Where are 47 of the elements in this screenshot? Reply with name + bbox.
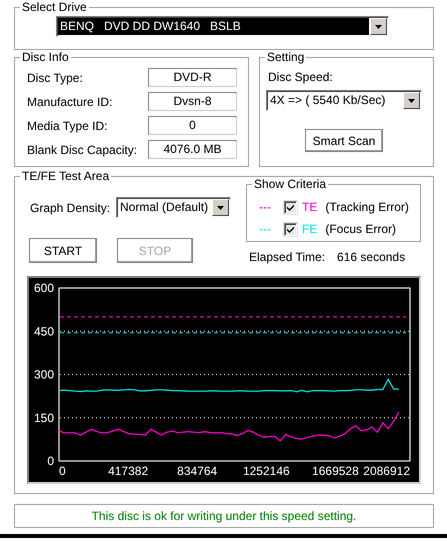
axis-label: 834764 xyxy=(177,464,218,478)
axis-label: 0 xyxy=(59,464,66,478)
axis-label: 300 xyxy=(34,368,54,382)
axis-label: 2086912 xyxy=(363,464,410,478)
check-icon xyxy=(287,204,294,210)
field-label: Blank Disc Capacity: xyxy=(27,142,138,156)
checkbox[interactable] xyxy=(284,222,297,236)
scan-button[interactable]: Smart Scan xyxy=(305,129,383,152)
field-label: Disc Speed: xyxy=(267,70,334,84)
axis-label: 1252146 xyxy=(242,464,290,478)
axis-label: 417382 xyxy=(108,464,148,478)
series-label: TE xyxy=(302,200,318,214)
caret-icon xyxy=(217,206,224,210)
axis-label: 0 xyxy=(47,454,54,468)
dropdown[interactable]: 4X => ( 5540 Kb/Sec) xyxy=(266,90,422,111)
caret-icon xyxy=(408,98,415,102)
field-label: Manufacture ID: xyxy=(27,94,114,108)
check-icon xyxy=(287,226,294,232)
group-title: Show Criteria xyxy=(254,177,326,191)
elapsed-label: Elapsed Time: xyxy=(249,250,326,264)
value-field: DVD-R xyxy=(148,68,237,87)
group-title: Disc Info xyxy=(22,50,69,64)
group-title: Setting xyxy=(267,50,304,64)
field-label: Media Type ID: xyxy=(27,118,108,132)
elapsed-value: 616 seconds xyxy=(337,250,406,264)
checkbox[interactable] xyxy=(284,200,297,214)
axis-label: 1669528 xyxy=(312,464,359,478)
status-message: This disc is ok for writing under this speed setting. xyxy=(14,504,434,528)
axis-label: 150 xyxy=(34,410,54,425)
group-title: TE/FE Test Area xyxy=(22,169,110,183)
value-field: Dvsn-8 xyxy=(148,92,237,111)
series-label: FE xyxy=(302,222,318,236)
field-label: Disc Type: xyxy=(27,70,84,84)
series-description: (Tracking Error) xyxy=(325,200,409,214)
field-label: Graph Density: xyxy=(30,200,110,214)
caret-icon xyxy=(375,24,382,28)
series-description: (Focus Error) xyxy=(325,222,396,236)
axis-label: 450 xyxy=(34,324,54,338)
group-title: Select Drive xyxy=(22,0,87,14)
dropdown[interactable]: BENQ DVD DD DW1640 BSLB xyxy=(56,16,389,37)
start-button[interactable]: START xyxy=(29,238,97,263)
value-field: 0 xyxy=(148,116,237,135)
value-field: 4076.0 MB xyxy=(148,140,237,159)
legend-dash: --- xyxy=(259,200,272,214)
dropdown[interactable]: Normal (Default) xyxy=(116,197,232,218)
legend-dash: --- xyxy=(259,222,272,236)
axis-label: 600 xyxy=(34,281,54,295)
